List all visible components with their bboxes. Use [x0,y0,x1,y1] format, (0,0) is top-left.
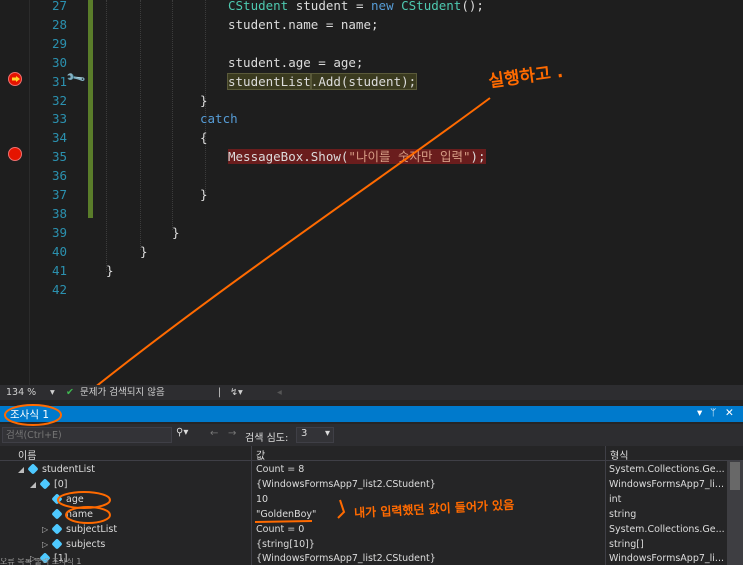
check-icon: ✔ [66,387,74,398]
scroll-left-icon[interactable]: ◂ [277,385,282,400]
editor-status-bar: 134 % ▾ ✔ 문제가 검색되지 않음 | ↯▾ ◂ [0,385,743,400]
annotation-circles [4,404,346,524]
annotation-arrow [96,97,491,385]
format-icon[interactable]: ↯▾ [230,385,243,400]
zoom-level[interactable]: 134 % [6,385,36,400]
watch-panel: 조사식 1 ▾ ᛘ ✕ ⚲▾ ← → 검색 심도: 3 ▾ 이름 값 형식 ◢s… [0,400,743,565]
zoom-dropdown-icon[interactable]: ▾ [50,385,55,400]
issues-status[interactable]: 문제가 검색되지 않음 [80,385,165,400]
bottom-tab-strip[interactable]: 오류 목록 출력 조사식 1 [0,558,743,565]
code-editor[interactable]: 🔧 27 CStudent student = new CStudent(); 28… [0,0,743,385]
separator: | [218,387,222,398]
